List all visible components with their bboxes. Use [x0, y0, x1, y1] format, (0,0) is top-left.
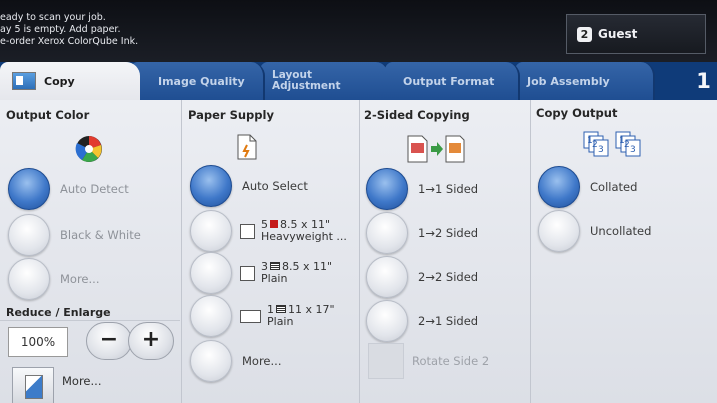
reduce-enlarge-title: Reduce / Enlarge	[6, 306, 111, 319]
rotate-side-2-checkbox[interactable]	[368, 343, 404, 379]
radio-button[interactable]	[538, 166, 580, 208]
tab-image-quality[interactable]: Image Quality	[130, 62, 265, 100]
guest-label: Guest	[598, 27, 638, 41]
guest-login-button[interactable]: 2 Guest	[566, 14, 706, 54]
tray-details: 1 11 x 17" Plain	[267, 303, 335, 328]
radio-button[interactable]	[366, 300, 408, 342]
copy-output-uncollated[interactable]: Uncollated	[538, 210, 651, 252]
radio-button[interactable]	[538, 210, 580, 252]
page-indicator[interactable]: 1	[690, 64, 717, 98]
reduce-enlarge-value[interactable]: 100%	[8, 327, 68, 357]
tab-layout-adjustment[interactable]: Layout Adjustment	[260, 62, 390, 100]
paper-tray-3[interactable]: 3 8.5 x 11" Plain	[190, 252, 332, 294]
option-label: Auto Detect	[60, 182, 129, 196]
column-divider	[359, 100, 360, 403]
tab-label: Output Format	[403, 74, 495, 88]
radio-button[interactable]	[366, 168, 408, 210]
tab-label: Job Assembly	[527, 74, 610, 88]
two-sided-1-2[interactable]: 1→2 Sided	[366, 212, 478, 254]
output-color-auto-detect[interactable]: Auto Detect	[8, 168, 129, 210]
output-color-black-white[interactable]: Black & White	[8, 214, 141, 256]
status-message: ay 5 is empty. Add paper.	[0, 24, 121, 35]
tab-job-assembly[interactable]: Job Assembly	[515, 62, 655, 100]
tray-color-icon	[270, 220, 278, 228]
two-sided-2-2[interactable]: 2→2 Sided	[366, 256, 478, 298]
tab-copy[interactable]: Copy	[0, 62, 140, 100]
column-divider	[181, 100, 182, 403]
decrease-button[interactable]: −	[86, 322, 132, 360]
copy-output-title: Copy Output	[536, 106, 618, 120]
increase-button[interactable]: +	[128, 322, 174, 360]
radio-button[interactable]	[190, 340, 232, 382]
radio-button[interactable]	[8, 258, 50, 300]
paper-tray-1[interactable]: 1 11 x 17" Plain	[190, 295, 335, 337]
radio-button[interactable]	[190, 252, 232, 294]
status-message: eady to scan your job.	[0, 12, 106, 23]
option-label: 2→1 Sided	[418, 314, 479, 328]
option-label: Auto Select	[242, 179, 308, 193]
option-label: 2→2 Sided	[418, 270, 479, 284]
copy-icon	[12, 72, 36, 90]
option-label: 1→1 Sided	[418, 182, 479, 196]
tab-label: Copy	[44, 74, 75, 88]
option-label: Collated	[590, 180, 638, 194]
paper-more[interactable]: More...	[190, 340, 281, 382]
tray-icon	[276, 305, 286, 313]
tab-label: Layout Adjustment	[272, 69, 341, 92]
copy-screen: eady to scan your job. ay 5 is empty. Ad…	[0, 0, 717, 403]
paper-checkbox	[240, 309, 261, 323]
tab-output-format[interactable]: Output Format	[385, 62, 520, 100]
svg-text:2: 2	[624, 140, 630, 150]
user-badge-icon: 2	[577, 26, 592, 42]
tab-label: Image Quality	[158, 74, 245, 88]
column-divider	[530, 100, 531, 403]
tray-details: 3 8.5 x 11" Plain	[261, 260, 333, 285]
option-label: More...	[60, 272, 100, 286]
radio-button[interactable]	[190, 210, 232, 252]
status-message: e-order Xerox ColorQube Ink.	[0, 36, 139, 47]
radio-button[interactable]	[8, 214, 50, 256]
radio-button[interactable]	[366, 256, 408, 298]
more-label: More...	[62, 374, 102, 388]
two-sided-1-1[interactable]: 1→1 Sided	[366, 168, 478, 210]
radio-button[interactable]	[8, 168, 50, 210]
paper-checkbox	[240, 223, 255, 239]
output-color-more[interactable]: More...	[8, 258, 99, 300]
option-label: More...	[242, 354, 282, 368]
status-messages: eady to scan your job. ay 5 is empty. Ad…	[0, 12, 138, 48]
output-color-title: Output Color	[6, 108, 90, 122]
radio-button[interactable]	[190, 165, 232, 207]
paper-tray-5[interactable]: 5 8.5 x 11" Heavyweight ...	[190, 210, 347, 252]
paper-stack-icon	[237, 134, 257, 160]
reduce-enlarge-more-button[interactable]	[12, 367, 54, 403]
paper-checkbox	[240, 265, 255, 281]
tray-details: 5 8.5 x 11" Heavyweight ...	[261, 218, 347, 243]
svg-text:3: 3	[598, 145, 604, 155]
paper-auto-select[interactable]: Auto Select	[190, 165, 308, 207]
tray-icon	[270, 262, 280, 270]
radio-button[interactable]	[366, 212, 408, 254]
option-label: 1→2 Sided	[418, 226, 479, 240]
two-sided-title: 2-Sided Copying	[364, 108, 470, 122]
paper-supply-title: Paper Supply	[188, 108, 274, 122]
option-label: Black & White	[60, 228, 141, 242]
two-sided-2-1[interactable]: 2→1 Sided	[366, 300, 478, 342]
radio-button[interactable]	[190, 295, 232, 337]
copy-output-collated[interactable]: Collated	[538, 166, 637, 208]
status-bar: eady to scan your job. ay 5 is empty. Ad…	[0, 0, 717, 62]
duplex-icon	[407, 135, 465, 163]
color-wheel-icon	[75, 136, 102, 162]
svg-text:3: 3	[630, 145, 636, 155]
option-label: Uncollated	[590, 224, 652, 238]
rotate-side-2-label: Rotate Side 2	[412, 354, 490, 368]
collate-icon: 123 123	[583, 131, 641, 157]
svg-text:2: 2	[592, 140, 598, 150]
